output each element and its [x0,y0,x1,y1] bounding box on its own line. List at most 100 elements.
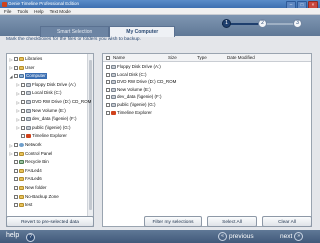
tree-item[interactable]: FAILed6 [9,176,42,182]
expand-arrow-icon[interactable]: ▷ [16,100,20,105]
file-row-checkbox[interactable] [106,95,110,100]
tree-item[interactable]: ▷ Libraries [9,56,42,62]
tree-item[interactable]: ▷ public (\\genie) (G:) [16,125,71,131]
expand-arrow-icon[interactable]: ▷ [16,82,20,87]
tree-item-label[interactable]: Computer [25,73,47,80]
tree-item-label[interactable]: Recycle Bin [25,159,49,165]
help-icon[interactable]: ? [26,233,35,242]
tree-item-checkbox[interactable] [14,168,18,173]
file-row-checkbox[interactable] [106,72,110,77]
file-row-checkbox[interactable] [106,103,110,107]
tree-item-label[interactable]: New folder [25,185,47,191]
tree-item[interactable]: Timeline Explorer [16,133,67,139]
tree-item-label[interactable]: Libraries [25,56,42,62]
tree-item-checkbox[interactable] [21,134,25,139]
tree-item-label[interactable]: DVD RW Drive (D:) CD_ROM [32,99,91,105]
tree-item-checkbox[interactable] [14,57,18,61]
tree-item-checkbox[interactable] [14,177,18,182]
tree-item[interactable]: ▷ Floppy Disk Drive (A:) [16,82,76,88]
file-row[interactable]: dev_data (\\genie) (F:) [106,94,162,100]
tree-item-checkbox[interactable] [21,91,25,96]
tree-item-label[interactable]: Network [25,142,42,148]
tree-item[interactable]: ▷ User [9,65,35,71]
previous-button[interactable]: « previous [218,232,254,241]
file-row-checkbox[interactable] [106,80,110,85]
tree-item-label[interactable]: FAILed6 [25,176,42,182]
tree-item-checkbox[interactable] [21,108,25,113]
tree-item[interactable]: ▷ Control Panel [9,151,52,157]
tree-item[interactable]: ◢ Computer [9,73,47,80]
file-row[interactable]: New Volume (E:) [106,87,151,93]
folder-tree[interactable]: ▷ Libraries ▷ User ◢ Computer ▷ Floppy Disk Dri… [6,53,94,227]
select-all-button[interactable]: Select All [207,216,257,227]
tree-item-checkbox[interactable] [21,82,25,87]
select-all-checkbox[interactable] [106,55,110,60]
tree-item-label[interactable]: Timeline Explorer [32,133,67,139]
tree-item-checkbox[interactable] [14,194,18,199]
tab-smart-selection[interactable]: Smart Selection [40,26,110,37]
expand-arrow-icon[interactable]: ▷ [16,108,20,113]
tree-item-label[interactable]: dev_data (\\genie) (F:) [32,116,77,122]
menu-help[interactable]: Help [34,8,43,14]
column-type[interactable]: Type [197,55,207,60]
file-row-checkbox[interactable] [106,87,110,92]
tree-item-label[interactable]: Control Panel [25,151,52,157]
tree-item[interactable]: ▷ New Volume (E:) [16,108,66,114]
file-row[interactable]: Floppy Disk Drive (A:) [106,64,161,70]
file-row[interactable]: DVD RW Drive (D:) CD_ROM [106,79,176,85]
tree-item[interactable]: Recycle Bin [9,159,49,165]
file-row[interactable]: public (\\genie) (G:) [106,102,156,108]
tab-my-computer[interactable]: My Computer [109,26,176,37]
tree-vertical-scrollbar[interactable] [87,54,93,226]
tree-item[interactable]: test [9,202,32,208]
file-row-checkbox[interactable] [106,110,110,115]
expand-arrow-icon[interactable]: ▷ [16,117,20,122]
tree-item[interactable]: New folder [9,185,47,191]
tree-item[interactable]: ▷ DVD RW Drive (D:) CD_ROM [16,99,91,105]
expand-arrow-icon[interactable]: ▷ [16,91,20,96]
expand-arrow-icon[interactable]: ◢ [9,74,13,79]
tree-item-label[interactable]: Local Disk (C:) [32,90,62,96]
tree-item-label[interactable]: public (\\genie) (G:) [32,125,71,131]
tree-item[interactable]: ▷ dev_data (\\genie) (F:) [16,116,77,122]
expand-arrow-icon[interactable]: ▷ [9,57,13,62]
tree-item[interactable]: ▷ Network [9,142,42,148]
file-row[interactable]: Local Disk (C:) [106,72,147,78]
tree-item-label[interactable]: No-Backup Zone [25,194,59,200]
column-date-modified[interactable]: Date Modified [227,55,255,60]
tree-item-checkbox[interactable] [14,143,18,147]
tree-item[interactable]: ▷ Local Disk (C:) [16,90,62,96]
tree-item-checkbox[interactable] [14,160,18,165]
tree-item-checkbox[interactable] [21,100,25,104]
tree-item-label[interactable]: test [25,202,32,208]
revert-button[interactable]: Revert to pre-selected data [6,216,94,227]
tree-item-label[interactable]: New Volume (E:) [32,108,66,114]
tree-item[interactable]: FAILed4 [9,168,42,174]
tree-item-checkbox[interactable] [14,65,18,70]
filter-selections-button[interactable]: Filter my selections [144,216,202,227]
tree-item-checkbox[interactable] [14,186,18,190]
tree-item-label[interactable]: User [25,65,35,71]
menu-file[interactable]: File [4,8,11,14]
help-link[interactable]: help [6,232,19,239]
tree-item-label[interactable]: FAILed4 [25,168,42,174]
tree-item-checkbox[interactable] [14,203,18,208]
column-size[interactable]: Size [168,55,177,60]
tree-item-checkbox[interactable] [21,117,25,122]
menu-tools[interactable]: Tools [17,8,28,14]
tree-item-checkbox[interactable] [14,74,18,79]
next-button[interactable]: next » [280,232,304,241]
file-row-checkbox[interactable] [106,65,110,69]
expand-arrow-icon[interactable]: ▷ [9,151,13,156]
expand-arrow-icon[interactable]: ▷ [9,143,13,148]
column-name[interactable]: Name [113,55,125,60]
tree-item-checkbox[interactable] [14,151,18,156]
clear-all-button[interactable]: Clear All [262,216,312,227]
tree-item[interactable]: No-Backup Zone [9,194,59,200]
tree-item-checkbox[interactable] [21,125,25,130]
menu-text-mode[interactable]: Text Mode [50,8,71,14]
tree-item-label[interactable]: Floppy Disk Drive (A:) [32,82,76,88]
tree-scroll-thumb[interactable] [89,60,92,210]
expand-arrow-icon[interactable]: ▷ [16,125,20,130]
file-row[interactable]: Timeline Explorer [106,110,152,116]
